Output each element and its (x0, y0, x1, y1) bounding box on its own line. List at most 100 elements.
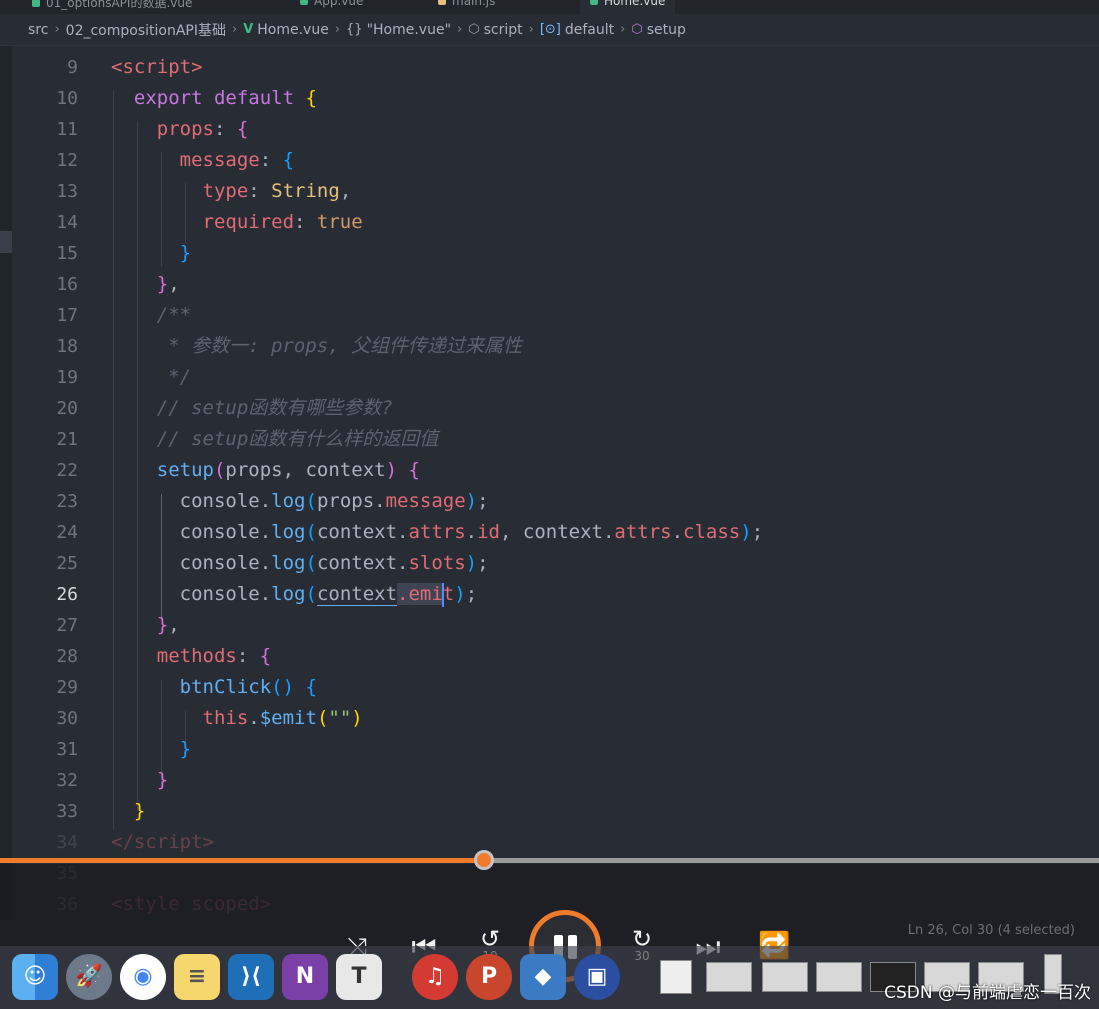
line-number: 19 (56, 367, 78, 388)
code-text: console.log(props.message); (111, 490, 489, 512)
code-text: } (156, 769, 169, 791)
code-text: console.log(context.attrs.id, context.at… (111, 521, 764, 543)
code-text: </script> (111, 831, 214, 853)
breadcrumb-setup[interactable]: setup (647, 22, 686, 38)
chevron-right-icon: › (457, 22, 463, 37)
tab-options-api[interactable]: 01_optionsAPI的数据.vue (22, 0, 202, 14)
code-line: 10 export default { (0, 83, 1099, 114)
code-line: 31 } (0, 734, 1099, 765)
window-thumbnail[interactable] (706, 962, 752, 992)
breadcrumb-script[interactable]: script (484, 22, 523, 38)
comment-text: // setup函数有什么样的返回值 (156, 428, 439, 450)
window-thumbnail[interactable] (816, 962, 862, 992)
code-line: 17 /** (0, 300, 1099, 331)
video-progress-knob[interactable] (473, 850, 494, 870)
code-line: 21 // setup函数有什么样的返回值 (0, 424, 1099, 455)
chevron-right-icon: › (620, 22, 626, 37)
code-text: this.$emit("") (202, 707, 363, 729)
breadcrumb-module[interactable]: "Home.vue" (367, 22, 451, 38)
code-line: 27 }, (0, 610, 1099, 641)
cube-icon: ⬡ (468, 22, 480, 37)
chevron-right-icon: › (334, 22, 341, 37)
chevron-right-icon: › (54, 22, 60, 37)
code-line: 18 * 参数一: props, 父组件传递过来属性 (0, 331, 1099, 362)
window-thumbnail[interactable] (762, 962, 808, 992)
vue-file-icon: V (243, 22, 254, 37)
code-line: 23 console.log(props.message); (0, 486, 1099, 517)
code-text: }, (156, 273, 180, 295)
line-number: 18 (56, 336, 78, 357)
line-number: 33 (56, 801, 78, 822)
comment-text: // setup函数有哪些参数? (156, 397, 393, 419)
method-cube-icon: ⬡ (631, 22, 643, 37)
code-editor[interactable]: 9 <script> 10 export default { 11 props: … (0, 46, 1099, 920)
line-number: 20 (56, 398, 78, 419)
code-text: }, (156, 614, 180, 636)
chevron-right-icon: › (231, 22, 238, 37)
code-line: 25 console.log(context.slots); (0, 548, 1099, 579)
code-text: } (179, 242, 192, 264)
line-number: 30 (56, 708, 78, 729)
breadcrumb-file[interactable]: Home.vue (257, 22, 329, 38)
code-text: setup(props, context) { (156, 459, 420, 481)
line-number: 13 (56, 181, 78, 202)
code-text: } (133, 800, 146, 822)
tab-app-vue[interactable]: App.vue (290, 0, 373, 14)
line-number: 15 (56, 243, 78, 264)
code-line: 29 btnClick() { (0, 672, 1099, 703)
tab-home-vue[interactable]: Home.vue (580, 0, 676, 14)
variable-icon: [⊙] (539, 22, 561, 37)
code-line: 13 type: String, (0, 176, 1099, 207)
code-line: 14 required: true (0, 207, 1099, 238)
code-line: 30 this.$emit("") (0, 703, 1099, 734)
code-text: console.log(context.slots); (111, 552, 489, 574)
powerpoint-icon[interactable]: P (466, 954, 512, 1000)
video-progress-bar[interactable] (0, 850, 1099, 870)
code-line: 22 setup(props, context) { (0, 455, 1099, 486)
layers-icon[interactable]: ◆ (520, 954, 566, 1000)
editor-tab-strip: 01_optionsAPI的数据.vue App.vue main.js Hom… (0, 0, 1099, 14)
video-progress-fill (0, 858, 484, 863)
code-text: type: String, (202, 180, 352, 202)
line-number-active: 26 (56, 584, 78, 605)
line-number: 29 (56, 677, 78, 698)
finder-icon[interactable]: ☺ (12, 954, 58, 1000)
tab-main-js[interactable]: main.js (428, 0, 505, 14)
code-text: btnClick() { (179, 676, 317, 698)
chrome-icon[interactable]: ◉ (120, 954, 166, 1000)
line-number: 32 (56, 770, 78, 791)
launchpad-icon[interactable]: 🚀 (66, 954, 112, 1000)
code-line: 15 } (0, 238, 1099, 269)
code-line: 34 </script> (0, 827, 1099, 858)
breadcrumb-src[interactable]: src (28, 22, 48, 38)
code-text: console.log(context.emit); (111, 582, 478, 607)
notes-icon[interactable]: ≡ (174, 954, 220, 1000)
line-number: 25 (56, 553, 78, 574)
onenote-icon[interactable]: N (282, 954, 328, 1000)
line-number: 34 (56, 832, 78, 853)
vscode-icon[interactable]: ⟩⟨ (228, 954, 274, 1000)
cursor-position[interactable]: Ln 26, Col 30 (4 selected) (908, 923, 1075, 938)
code-line: 19 */ (0, 362, 1099, 393)
code-text: props: { (156, 118, 249, 140)
document-thumbnail[interactable] (660, 960, 692, 994)
code-line: 16 }, (0, 269, 1099, 300)
breadcrumb-folder[interactable]: 02_compositionAPI基础 (66, 20, 226, 40)
line-number: 31 (56, 739, 78, 760)
code-line-active: 26 console.log(context.emit); (0, 579, 1099, 610)
code-line: 12 message: { (0, 145, 1099, 176)
line-number: 28 (56, 646, 78, 667)
breadcrumb-default[interactable]: default (565, 22, 614, 38)
line-number: 12 (56, 150, 78, 171)
typora-icon[interactable]: T (336, 954, 382, 1000)
braces-icon: {} (346, 22, 363, 37)
line-number: 14 (56, 212, 78, 233)
line-number: 21 (56, 429, 78, 450)
netease-music-icon[interactable]: ♫ (412, 954, 458, 1000)
line-number: 22 (56, 460, 78, 481)
code-text: // setup函数有什么样的返回值 (111, 424, 439, 455)
line-number: 10 (56, 88, 78, 109)
comment-text: * 参数一: props, 父组件传递过来属性 (168, 335, 523, 357)
screen-recorder-icon[interactable]: ▣ (574, 954, 620, 1000)
code-line: 20 // setup函数有哪些参数? (0, 393, 1099, 424)
